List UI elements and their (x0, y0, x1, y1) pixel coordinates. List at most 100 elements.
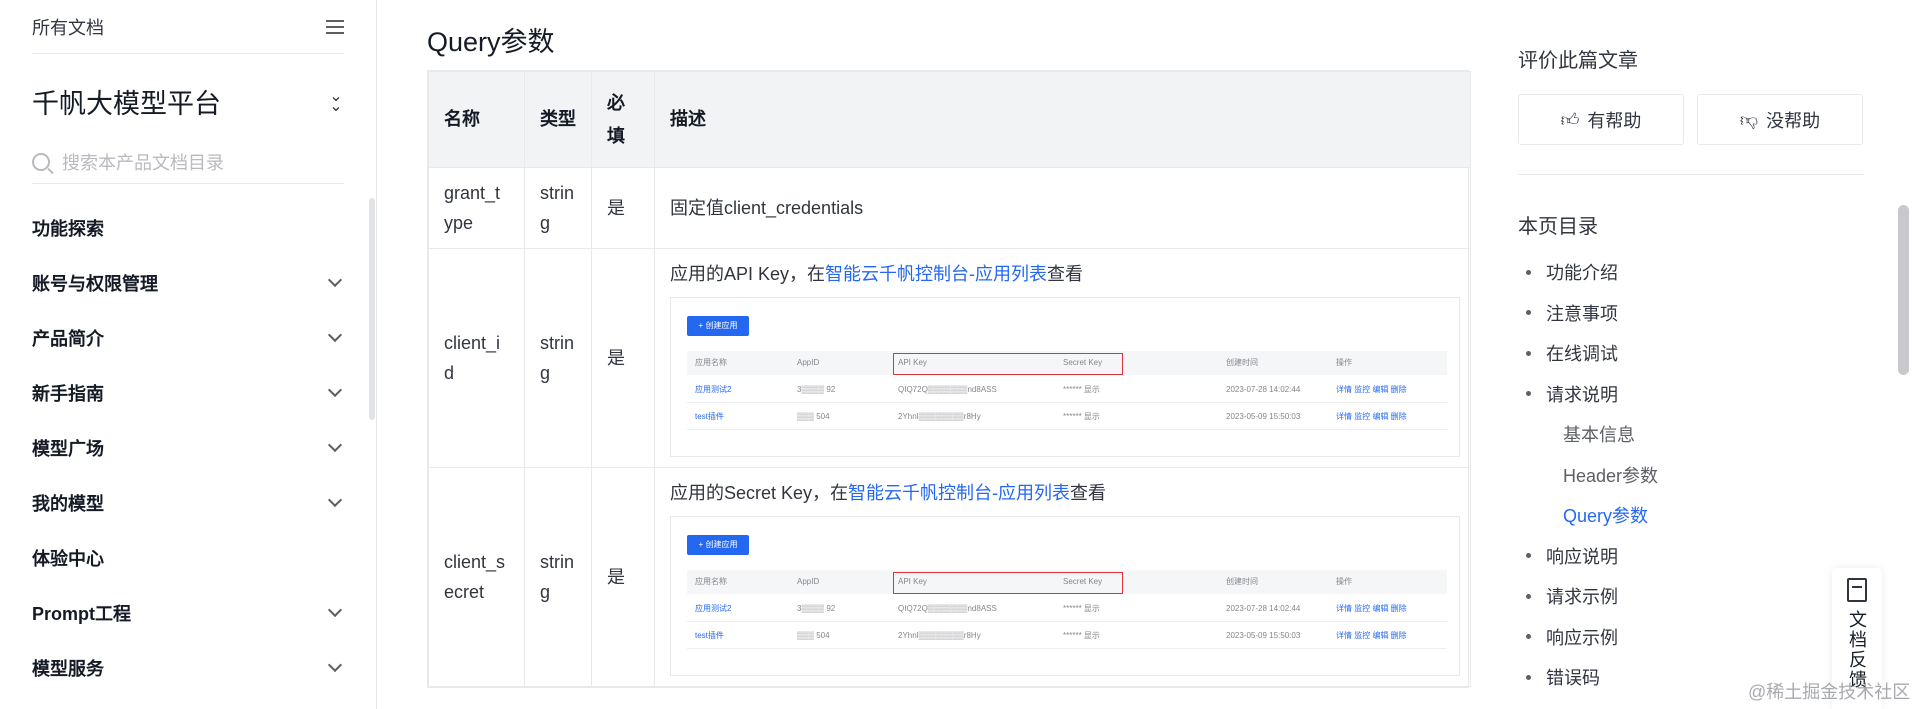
console-app-list-link[interactable]: 智能云千帆控制台-应用列表 (848, 483, 1070, 503)
screenshot-col: 应用名称 (695, 577, 727, 586)
bullet-icon (1526, 553, 1531, 559)
page-scrollbar[interactable] (1898, 205, 1909, 375)
param-desc: 应用的Secret Key，在智能云千帆控制台-应用列表查看 + 创建应用 应用… (654, 467, 1471, 687)
chevron-down-icon[interactable] (327, 327, 343, 342)
param-desc: 固定值client_credentials (654, 167, 1471, 249)
sidebar-item-experience[interactable]: 体验中心 (32, 530, 344, 585)
sidebar-item-label: 模型服务 (32, 658, 104, 679)
toc-item-label: 在线调试 (1546, 344, 1618, 365)
param-required: 是 (591, 467, 655, 687)
param-name: client_secret (428, 467, 525, 687)
param-type: string (524, 467, 592, 687)
chevron-down-icon[interactable] (327, 272, 343, 287)
thumbs-up-icon: 👍︎ (1560, 109, 1580, 130)
sidebar-item-model-service[interactable]: 模型服务 (32, 640, 344, 695)
chevron-down-icon[interactable] (327, 657, 343, 672)
sidebar-item-label: 我的模型 (32, 493, 104, 514)
sidebar-item-label: 功能探索 (32, 218, 104, 239)
not-helpful-button[interactable]: 👎︎ 没帮助 (1697, 94, 1863, 145)
screenshot-cell: ****** 显示 (1063, 385, 1100, 394)
sidebar-item-account[interactable]: 账号与权限管理 (32, 255, 344, 310)
chevron-down-icon[interactable] (327, 492, 343, 507)
toc-item[interactable]: 响应说明 (1518, 536, 1864, 577)
toc-item[interactable]: 请求说明 (1518, 374, 1864, 415)
screenshot-cell: 应用测试2 (695, 604, 732, 613)
bullet-icon (1526, 310, 1531, 316)
screenshot-cell: 2023-05-09 15:50:03 (1226, 631, 1301, 640)
chevron-down-icon[interactable] (327, 437, 343, 452)
screenshot-cell: test插件 (695, 412, 724, 421)
screenshot-cell: QIQ72Q▒▒▒▒▒▒▒nd8ASS (898, 604, 997, 613)
screenshot-cell: ▒▒▒ 504 (797, 412, 830, 421)
app-list-screenshot: + 创建应用 应用名称 AppID API Key Secret Key 创建时… (670, 297, 1460, 457)
helpful-button[interactable]: 👍︎ 有帮助 (1518, 94, 1684, 145)
toc-item[interactable]: 响应示例 (1518, 617, 1864, 658)
bullet-icon (1526, 674, 1531, 680)
screenshot-col: 操作 (1336, 358, 1352, 367)
sidebar-item-label: 模型广场 (32, 438, 104, 459)
bullet-icon (1526, 269, 1531, 275)
table-row: grant_type string 是 固定值client_credential… (428, 167, 1471, 249)
bullet-icon (1526, 634, 1531, 640)
search-icon (32, 152, 50, 171)
desc-text: 查看 (1070, 483, 1107, 503)
toc-item[interactable]: 请求示例 (1518, 576, 1864, 617)
screenshot-cell: 2Yhnl▒▒▒▒▒▒▒▒r8Hy (898, 631, 981, 640)
param-type: string (524, 248, 592, 468)
screenshot-cell: 详情 监控 编辑 删除 (1336, 385, 1407, 394)
helpful-label: 有帮助 (1587, 110, 1642, 131)
toc-subitem[interactable]: 基本信息 (1518, 414, 1864, 455)
param-required: 是 (591, 248, 655, 468)
column-header: 必填 (591, 71, 655, 168)
console-app-list-link[interactable]: 智能云千帆控制台-应用列表 (825, 264, 1047, 284)
screenshot-cell: 3▒▒▒▒ 92 (797, 604, 836, 613)
double-chevron-down-icon[interactable]: ⌄ ⌄ (328, 88, 344, 114)
sidebar-item-label: 账号与权限管理 (32, 273, 158, 294)
column-header: 类型 (524, 71, 592, 168)
screenshot-cell: 2023-07-28 14:02:44 (1226, 385, 1301, 394)
sidebar-item-my-models[interactable]: 我的模型 (32, 475, 344, 530)
toc-item[interactable]: 在线调试 (1518, 333, 1864, 374)
screenshot-col: 创建时间 (1226, 358, 1258, 367)
table-header-row: 名称 类型 必填 描述 (428, 71, 1471, 168)
toc-title: 本页目录 (1518, 216, 1598, 238)
screenshot-cell: QIQ72Q▒▒▒▒▒▒▒nd8ASS (898, 385, 997, 394)
sidebar-item-prompt[interactable]: Prompt工程 (32, 585, 344, 640)
toc-subitem[interactable]: Header参数 (1518, 455, 1864, 496)
screenshot-cell: ****** 显示 (1063, 412, 1100, 421)
screenshot-cell: 详情 监控 编辑 删除 (1336, 604, 1407, 613)
bullet-icon (1526, 350, 1531, 356)
sidebar-item-label: 产品简介 (32, 328, 104, 349)
rating-buttons: 👍︎ 有帮助 👎︎ 没帮助 (1518, 94, 1863, 145)
screenshot-cell: ****** 显示 (1063, 631, 1100, 640)
sidebar-item-model-square[interactable]: 模型广场 (32, 420, 344, 475)
list-icon[interactable] (326, 19, 344, 34)
sidebar-search[interactable]: 搜索本产品文档目录 (32, 140, 344, 184)
sidebar: 所有文档 千帆大模型平台 ⌄ ⌄ 搜索本产品文档目录 功能探索 账号与权限管理 产… (0, 0, 377, 709)
desc-text: 应用的API Key，在 (670, 264, 826, 284)
sidebar-item-intro[interactable]: 产品简介 (32, 310, 344, 365)
toc-subitem-active[interactable]: Query参数 (1518, 495, 1864, 536)
screenshot-cell: 3▒▒▒▒ 92 (797, 385, 836, 394)
toc-list: 功能介绍 注意事项 在线调试 请求说明 基本信息 Header参数 Query参… (1518, 252, 1864, 698)
all-docs-label[interactable]: 所有文档 (32, 14, 104, 40)
sidebar-scrollbar[interactable] (369, 198, 375, 420)
column-header: 描述 (654, 71, 1471, 168)
screenshot-col: 创建时间 (1226, 577, 1258, 586)
chevron-down-icon[interactable] (327, 382, 343, 397)
screenshot-cell: ****** 显示 (1063, 604, 1100, 613)
product-title-row[interactable]: 千帆大模型平台 ⌄ ⌄ (32, 82, 344, 121)
sidebar-item-guide[interactable]: 新手指南 (32, 365, 344, 420)
chevron-down-icon[interactable] (327, 602, 343, 617)
screenshot-col: Secret Key (1063, 577, 1103, 586)
all-docs-header[interactable]: 所有文档 (32, 0, 344, 54)
screenshot-col: AppID (797, 358, 820, 367)
toc-item[interactable]: 功能介绍 (1518, 252, 1864, 293)
search-input[interactable]: 搜索本产品文档目录 (62, 149, 224, 175)
section-title: Query参数 (427, 27, 555, 57)
sidebar-nav: 功能探索 账号与权限管理 产品简介 新手指南 模型广场 我的模型 体验中心 Pr… (32, 200, 344, 695)
screenshot-cell: 应用测试2 (695, 385, 732, 394)
toc-item-label: 请求示例 (1546, 587, 1618, 608)
sidebar-item-feature-explore[interactable]: 功能探索 (32, 200, 344, 255)
toc-item[interactable]: 注意事项 (1518, 293, 1864, 334)
